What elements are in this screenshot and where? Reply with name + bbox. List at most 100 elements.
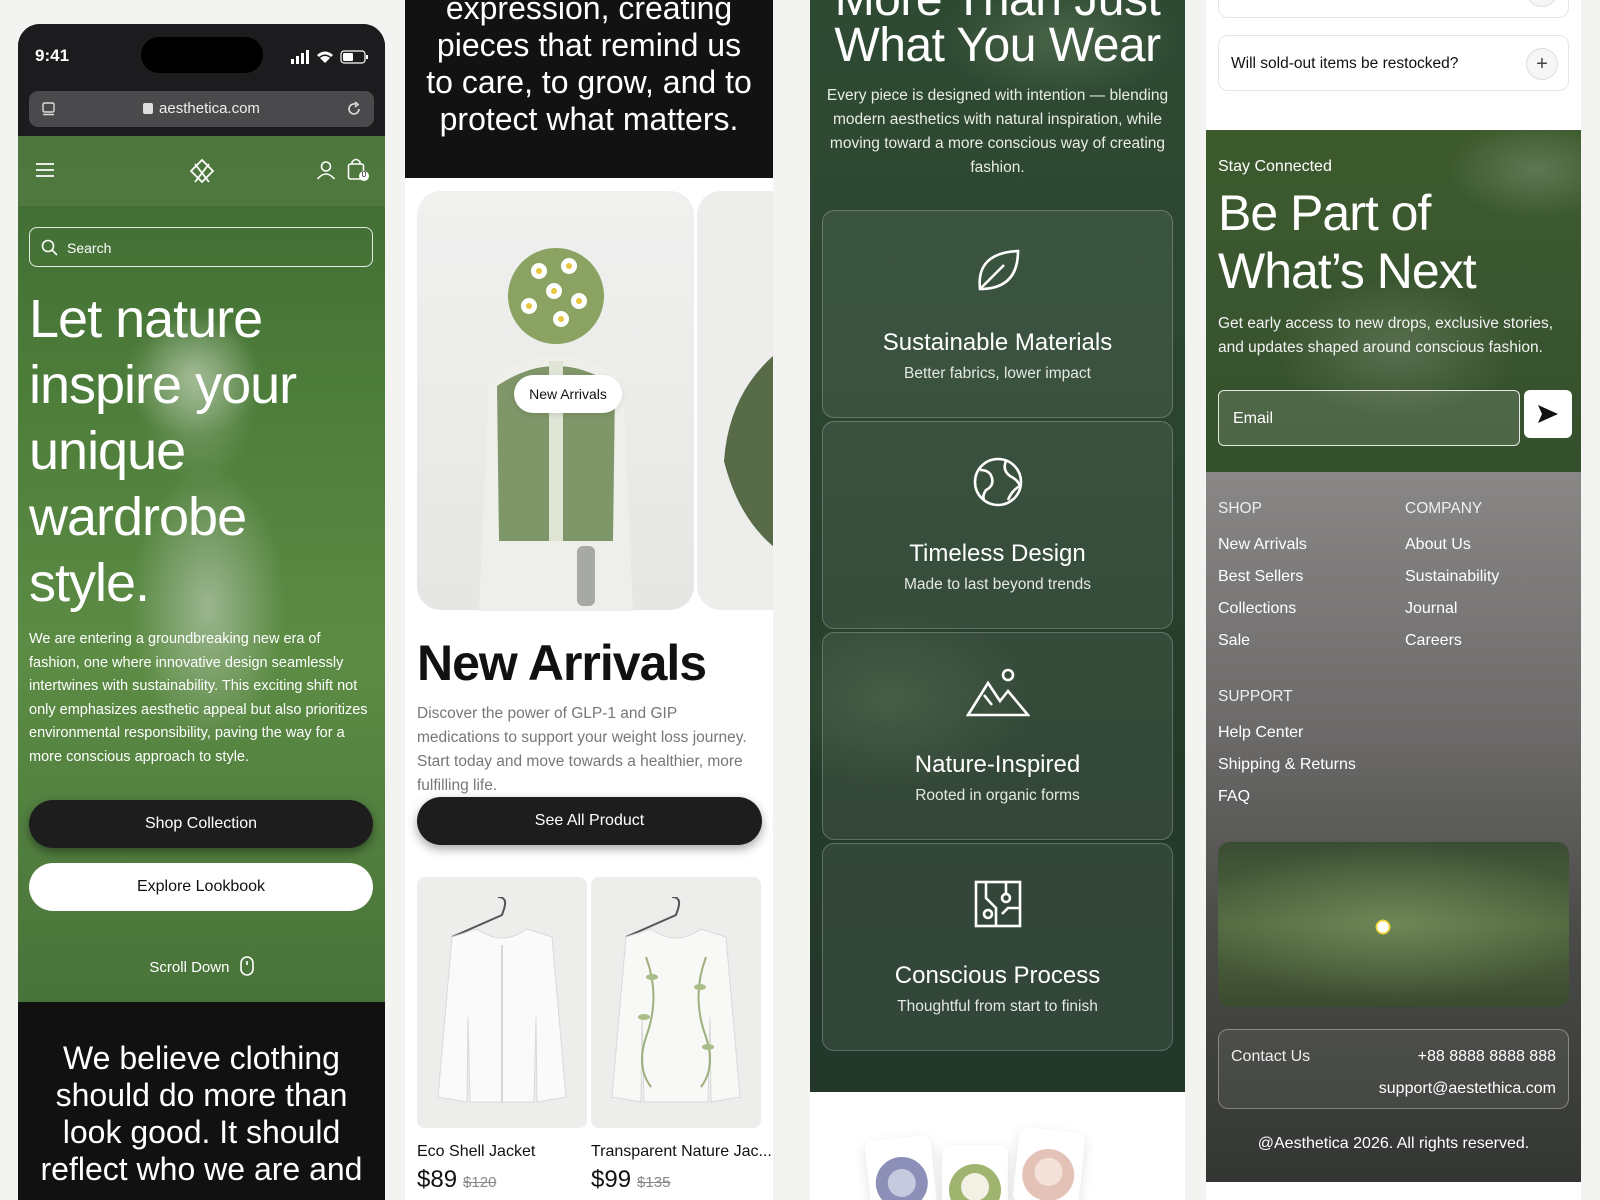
account-icon[interactable] (316, 160, 336, 180)
footer-link[interactable]: About Us (1405, 536, 1471, 554)
expand-icon[interactable]: + (1526, 48, 1558, 80)
circuit-icon (974, 880, 1022, 928)
feature-subtitle: Better fabrics, lower impact (904, 365, 1091, 382)
new-arrivals-pill[interactable]: New Arrivals (514, 375, 622, 413)
contact-label: Contact Us (1231, 1048, 1311, 1065)
footer-link[interactable]: Sustainability (1405, 568, 1499, 586)
email-input[interactable]: Email (1218, 390, 1520, 446)
jacket-photo-icon (437, 897, 567, 1103)
brand-quote-text: expression, creating pieces that remind … (426, 0, 752, 137)
featured-product-card[interactable]: New Arrivals (417, 191, 694, 611)
brand-quote: expression, creating pieces that remind … (405, 0, 773, 178)
feature-title: Sustainable Materials (882, 329, 1113, 356)
feature-title: Nature-Inspired (914, 751, 1081, 778)
feature-subtitle: Made to last beyond trends (904, 576, 1091, 593)
original-price: $120 (463, 1174, 497, 1191)
feature-card: Nature-Inspired Rooted in organic forms (822, 632, 1173, 840)
search-input[interactable]: Search (29, 227, 373, 267)
globe-icon (973, 457, 1023, 507)
phone-screen: 9:41 aesthetica.com 0 Search Let nature … (18, 24, 385, 1200)
faq-item[interactable]: Will sold-out items be restocked? + (1218, 35, 1569, 91)
status-time: 9:41 (35, 46, 70, 65)
product-price: $89 $120 (417, 1166, 496, 1194)
footer-link[interactable]: New Arrivals (1218, 536, 1307, 554)
hero-text: We are entering a groundbreaking new era… (29, 631, 368, 765)
feature-card: Timeless Design Made to last beyond tren… (822, 421, 1173, 629)
new-arrivals-title: New Arrivals (417, 635, 707, 691)
product-card[interactable] (417, 877, 587, 1128)
original-price: $135 (637, 1174, 671, 1191)
flower-icon (949, 1164, 1001, 1200)
newsletter-text: Get early access to new drops, exclusive… (1218, 315, 1554, 356)
product-card[interactable] (591, 877, 761, 1128)
jacket-photo-icon (611, 897, 741, 1103)
feature-card: Sustainable Materials Better fabrics, lo… (822, 210, 1173, 418)
top-nav: 0 (18, 136, 385, 206)
leaf-icon (978, 249, 1020, 291)
status-bar: 9:41 (18, 24, 385, 90)
scroll-down-label: Scroll Down (149, 959, 230, 976)
footer-link[interactable]: Shipping & Returns (1218, 756, 1356, 774)
url-text: aesthetica.com (159, 100, 260, 117)
contact-box: Contact Us +88 8888 8888 888 support@aes… (1218, 1029, 1569, 1109)
footer-heading-company: COMPANY (1405, 500, 1483, 517)
footer-link[interactable]: Collections (1218, 600, 1296, 618)
menu-icon[interactable] (35, 162, 55, 178)
mountain-icon (966, 668, 1030, 717)
footer-column: + Will sold-out items be restocked? + St… (1206, 0, 1581, 1200)
see-all-products-button[interactable]: See All Product (417, 797, 762, 845)
product-name[interactable]: Eco Shell Jacket (417, 1143, 535, 1161)
faq-item[interactable]: + (1218, 0, 1569, 18)
current-price: $89 (417, 1166, 458, 1193)
daisy-photo (1218, 842, 1569, 1007)
belief-statement: We believe clothing should do more than … (18, 1002, 385, 1200)
flower-icon (875, 1156, 928, 1200)
bouquet-thumbnail[interactable] (942, 1145, 1008, 1200)
product-price: $99 $135 (591, 1166, 670, 1194)
values-section: More Than Just What You Wear Every piece… (810, 0, 1185, 1092)
feature-title: Timeless Design (909, 540, 1086, 567)
contact-phone[interactable]: +88 8888 8888 888 (1418, 1048, 1556, 1066)
feature-subtitle: Thoughtful from start to finish (897, 998, 1098, 1015)
bouquet-thumbnail[interactable] (864, 1134, 938, 1200)
values-column: More Than Just What You Wear Every piece… (810, 0, 1185, 1200)
footer-link[interactable]: FAQ (1218, 788, 1250, 806)
hero-section: 0 Search Let nature inspire your unique … (18, 136, 385, 1002)
newsletter-label: Stay Connected (1218, 158, 1332, 175)
hero-title: Let nature inspire your unique wardrobe … (29, 289, 297, 613)
footer-link[interactable]: Careers (1405, 632, 1462, 650)
copyright: @Aesthetica 2026. All rights reserved. (1257, 1135, 1530, 1152)
feature-card: Conscious Process Thoughtful from start … (822, 843, 1173, 1051)
values-text: Every piece is designed with intention —… (826, 87, 1169, 176)
subscribe-button[interactable] (1524, 390, 1572, 438)
search-placeholder: Search (67, 240, 112, 256)
reload-icon[interactable] (345, 100, 363, 118)
current-price: $99 (591, 1166, 632, 1193)
footer-link[interactable]: Sale (1218, 632, 1250, 650)
browser-url-bar: aesthetica.com (18, 90, 385, 136)
signal-wifi-battery-icon (291, 50, 368, 64)
footer-link[interactable]: Help Center (1218, 724, 1303, 742)
next-product-card[interactable] (697, 191, 773, 610)
jacket-photo-icon (724, 356, 773, 547)
shop-collection-button[interactable]: Shop Collection (29, 800, 373, 848)
brand-logo-icon[interactable] (189, 158, 215, 184)
dynamic-island (141, 37, 263, 73)
footer-link[interactable]: Journal (1405, 600, 1457, 618)
search-icon (41, 239, 58, 256)
contact-email[interactable]: support@aestethica.com (1379, 1080, 1556, 1098)
site-footer: SHOP New Arrivals Best Sellers Collectio… (1206, 472, 1581, 1182)
footer-heading-shop: SHOP (1218, 500, 1262, 517)
values-heading: What You Wear (834, 19, 1161, 72)
explore-lookbook-button[interactable]: Explore Lookbook (29, 863, 373, 911)
bouquet-thumbnail[interactable] (1012, 1126, 1086, 1200)
scroll-down-link[interactable]: Scroll Down (18, 956, 385, 976)
lock-icon (143, 103, 154, 114)
footer-heading-support: SUPPORT (1218, 688, 1293, 705)
product-name[interactable]: Transparent Nature Jac... (591, 1143, 772, 1161)
flower-icon (1022, 1148, 1075, 1200)
url-field[interactable]: aesthetica.com (29, 91, 374, 127)
send-arrow-icon (1538, 405, 1558, 423)
footer-link[interactable]: Best Sellers (1218, 568, 1303, 586)
expand-icon[interactable]: + (1526, 0, 1558, 7)
